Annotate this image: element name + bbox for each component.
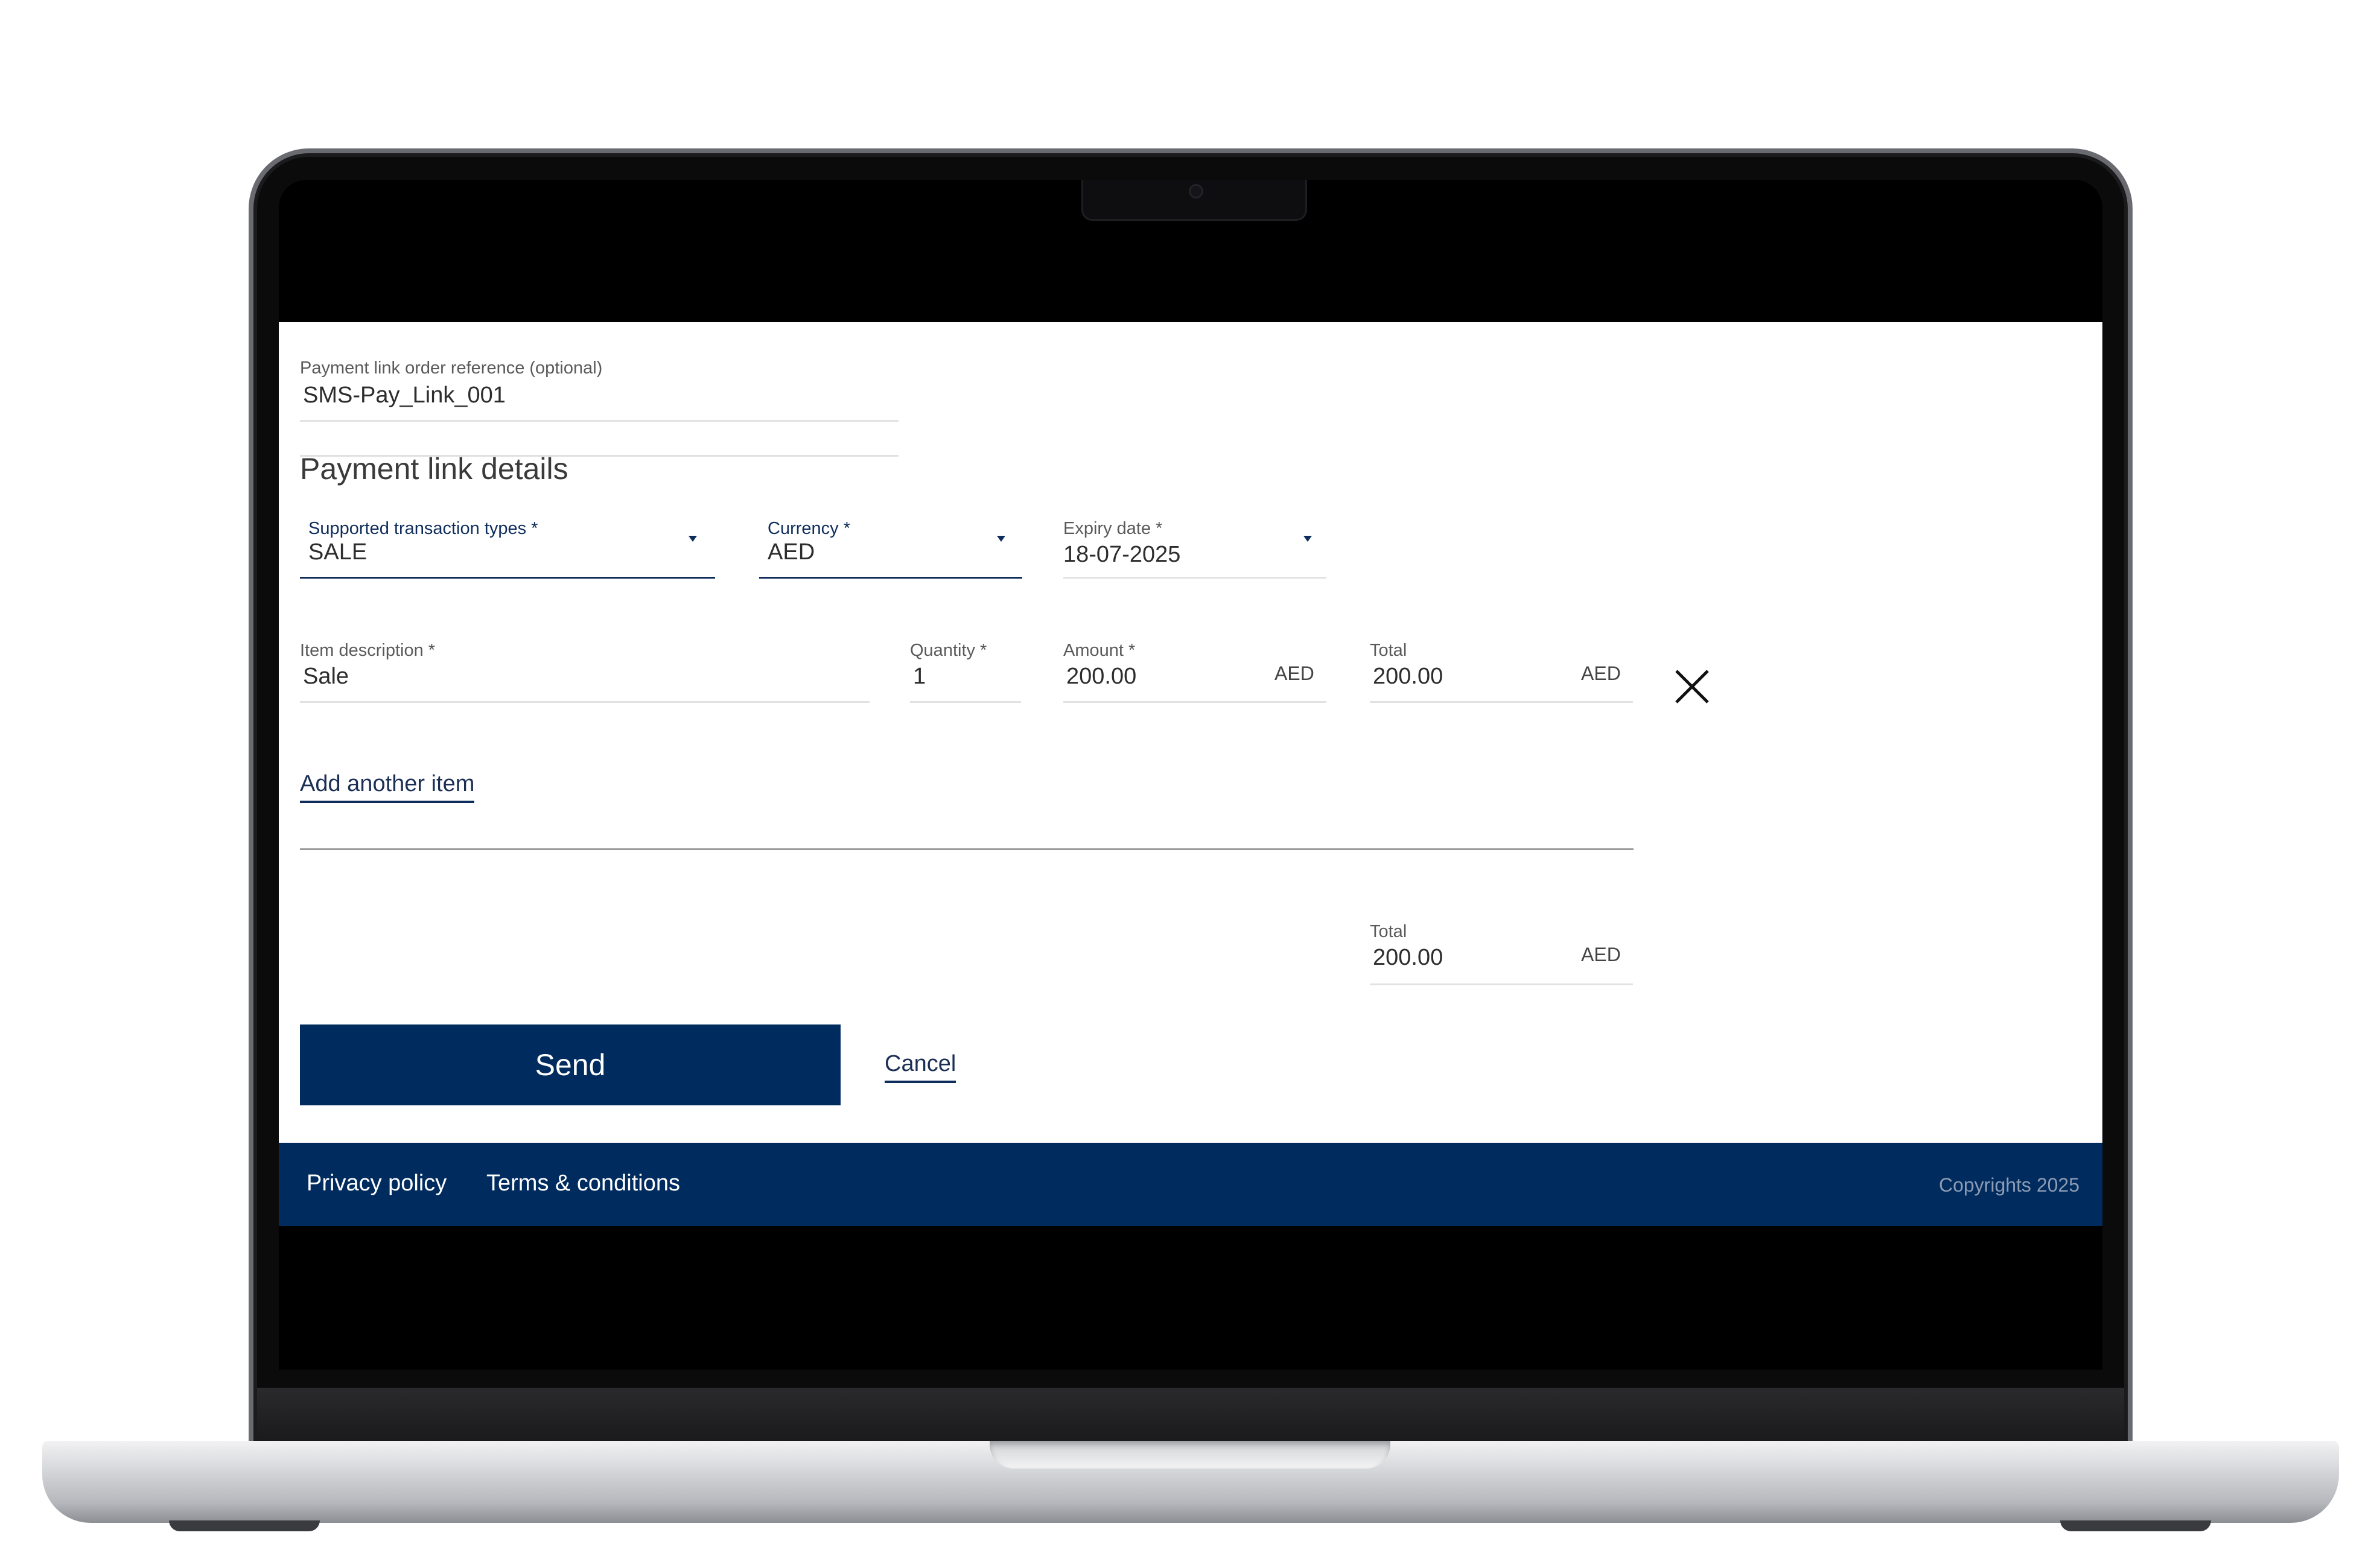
quantity-label: Quantity * <box>910 641 987 660</box>
grand-total-field: Total 200.00 AED <box>1370 922 1633 988</box>
privacy-policy-link[interactable]: Privacy policy <box>307 1171 447 1196</box>
order-reference-line <box>300 420 899 422</box>
screen-bottom-bezel <box>279 1226 2102 1370</box>
expiry-date-underline <box>1063 577 1326 579</box>
currency-select[interactable]: Currency * AED <box>759 519 1022 582</box>
close-icon[interactable] <box>1673 667 1711 706</box>
grand-total-unit: AED <box>1581 944 1621 965</box>
caret-down-icon[interactable] <box>689 536 697 542</box>
terms-link[interactable]: Terms & conditions <box>486 1171 680 1196</box>
expiry-date-label: Expiry date * <box>1063 519 1163 538</box>
quantity-underline <box>910 701 1021 703</box>
item-description-field[interactable]: Item description * Sale <box>300 641 870 705</box>
transaction-types-select[interactable]: Supported transaction types * SALE <box>300 519 715 582</box>
quantity-value[interactable]: 1 <box>913 664 926 690</box>
grand-total-label: Total <box>1370 922 1407 941</box>
quantity-field[interactable]: Quantity * 1 <box>910 641 1021 705</box>
order-reference-value[interactable]: SMS-Pay_Link_001 <box>303 383 506 408</box>
item-total-label: Total <box>1370 641 1407 660</box>
currency-label: Currency * <box>768 519 850 538</box>
laptop-hinge <box>257 1388 2124 1442</box>
amount-unit: AED <box>1274 662 1314 684</box>
laptop-foot-left <box>169 1520 320 1531</box>
item-description-label: Item description * <box>300 641 436 660</box>
order-reference-label: Payment link order reference (optional) <box>300 358 603 378</box>
laptop-thumb-cutout <box>990 1441 1390 1469</box>
amount-field[interactable]: Amount * 200.00 AED <box>1063 641 1326 705</box>
section-title: Payment link details <box>300 452 568 486</box>
transaction-types-label: Supported transaction types * <box>308 519 538 538</box>
send-button[interactable]: Send <box>300 1024 841 1105</box>
grand-total-value: 200.00 <box>1373 945 1443 970</box>
expiry-date-value: 18-07-2025 <box>1063 542 1181 567</box>
item-total-unit: AED <box>1581 662 1621 684</box>
transaction-types-value: SALE <box>308 539 368 565</box>
cancel-link[interactable]: Cancel <box>885 1051 956 1083</box>
app-screen: Payment link order reference (optional) … <box>279 322 2102 1226</box>
footer: Privacy policy Terms & conditions Copyri… <box>279 1143 2102 1226</box>
item-total-value: 200.00 <box>1373 664 1443 689</box>
add-item-link[interactable]: Add another item <box>300 771 475 803</box>
camera-icon <box>1189 184 1203 199</box>
copyright-text: Copyrights 2025 <box>1938 1174 2079 1196</box>
currency-value: AED <box>768 539 815 565</box>
item-total-underline <box>1370 701 1633 703</box>
grand-total-underline <box>1370 983 1633 985</box>
amount-underline <box>1063 701 1326 703</box>
amount-label: Amount * <box>1063 641 1136 660</box>
amount-value[interactable]: 200.00 <box>1066 664 1136 690</box>
item-description-value[interactable]: Sale <box>303 664 349 690</box>
caret-down-icon[interactable] <box>1303 536 1312 542</box>
expiry-date-select[interactable]: Expiry date * 18-07-2025 <box>1063 519 1326 582</box>
item-total-field: Total 200.00 AED <box>1370 641 1633 705</box>
item-description-underline <box>300 701 870 703</box>
caret-down-icon[interactable] <box>997 536 1005 542</box>
transaction-types-underline <box>300 577 715 579</box>
items-divider <box>300 848 1634 850</box>
order-reference-field[interactable]: Payment link order reference (optional) … <box>300 358 899 457</box>
laptop-foot-right <box>2060 1520 2211 1531</box>
currency-underline <box>759 577 1022 579</box>
